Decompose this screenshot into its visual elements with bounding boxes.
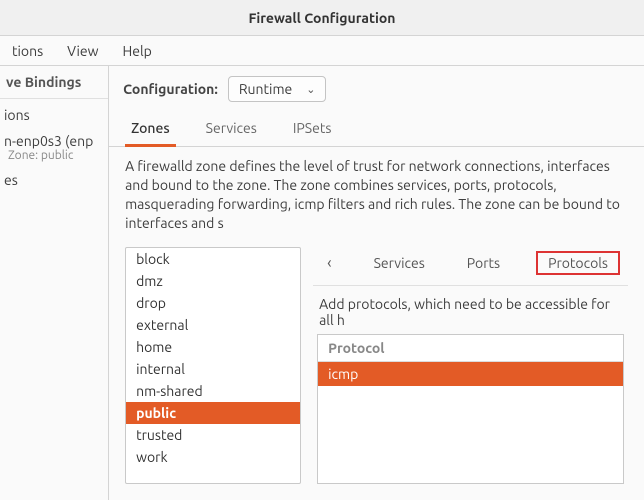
protocol-row[interactable]: icmp: [318, 362, 623, 386]
primary-tabs: Zones Services IPSets: [109, 112, 644, 147]
secondary-tabs: ‹ Services Ports Protocols: [313, 247, 628, 286]
zone-list-item[interactable]: home: [126, 336, 300, 358]
menu-help[interactable]: Help: [111, 37, 164, 65]
zone-list-item[interactable]: public: [126, 402, 300, 424]
zone-body: blockdmzdropexternalhomeinternalnm-share…: [109, 241, 644, 500]
tab-zones[interactable]: Zones: [127, 112, 174, 146]
zone-list-item[interactable]: drop: [126, 292, 300, 314]
binding-sub: Zone: public: [4, 149, 104, 162]
active-bindings-header: ve Bindings: [0, 66, 108, 99]
zone-list-item[interactable]: internal: [126, 358, 300, 380]
protocol-table: Protocol icmp: [317, 334, 624, 484]
binding-label: n-enp0s3 (enp: [4, 133, 104, 149]
menubar: tions View Help: [0, 36, 644, 66]
config-dropdown[interactable]: Runtime ⌄: [228, 76, 327, 102]
tab-ports[interactable]: Ports: [461, 251, 506, 275]
zone-list: blockdmzdropexternalhomeinternalnm-share…: [125, 247, 301, 484]
config-row: Configuration: Runtime ⌄: [109, 66, 644, 112]
config-value: Runtime: [239, 81, 292, 97]
menu-options[interactable]: tions: [0, 37, 55, 65]
zone-description: A firewalld zone defines the level of tr…: [109, 147, 644, 241]
tab-services-inner[interactable]: Services: [368, 251, 431, 275]
zone-list-item[interactable]: nm-shared: [126, 380, 300, 402]
window-title: Firewall Configuration: [0, 0, 644, 36]
zone-list-item[interactable]: dmz: [126, 270, 300, 292]
tab-services[interactable]: Services: [202, 112, 261, 146]
protocol-column-header[interactable]: Protocol: [318, 335, 623, 362]
binding-item[interactable]: es: [0, 164, 108, 190]
main-panel: Configuration: Runtime ⌄ Zones Services …: [109, 66, 644, 500]
binding-item[interactable]: n-enp0s3 (enp Zone: public: [0, 125, 108, 164]
active-bindings-panel: ve Bindings ions n-enp0s3 (enp Zone: pub…: [0, 66, 109, 500]
scroll-left-icon[interactable]: ‹: [321, 254, 338, 272]
zone-detail: ‹ Services Ports Protocols Add protocols…: [313, 247, 628, 484]
chevron-down-icon: ⌄: [306, 83, 315, 96]
binding-label: es: [4, 172, 104, 188]
binding-item[interactable]: ions: [0, 99, 108, 125]
protocols-description: Add protocols, which need to be accessib…: [313, 286, 628, 334]
zone-list-item[interactable]: block: [126, 248, 300, 270]
zone-list-item[interactable]: trusted: [126, 424, 300, 446]
zone-list-item[interactable]: external: [126, 314, 300, 336]
config-label: Configuration:: [123, 81, 218, 97]
tab-protocols[interactable]: Protocols: [536, 251, 620, 275]
tab-ipsets[interactable]: IPSets: [289, 112, 336, 146]
binding-label: ions: [4, 107, 104, 123]
zone-list-item[interactable]: work: [126, 446, 300, 468]
menu-view[interactable]: View: [55, 37, 110, 65]
active-bindings-list: ions n-enp0s3 (enp Zone: public es: [0, 99, 108, 190]
